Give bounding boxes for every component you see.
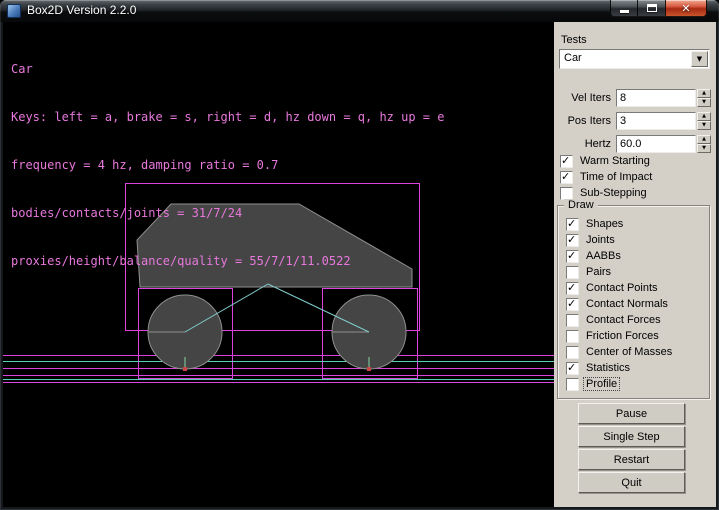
checkbox-icon[interactable]: ✓: [560, 155, 573, 168]
minimize-button[interactable]: [610, 0, 638, 17]
checkbox-icon[interactable]: ✓: [560, 171, 573, 184]
checkbox-center-of-masses[interactable]: ✓ Center of Masses: [566, 345, 674, 359]
minimize-icon: [620, 10, 629, 13]
checkbox-time-of-impact[interactable]: ✓ Time of Impact: [560, 170, 654, 184]
pos-iters-row: Pos Iters 3 ▲ ▼: [558, 111, 711, 130]
control-panel: Tests Car ▼ Vel Iters 8 ▲ ▼ Pos Iters 3 …: [554, 22, 716, 507]
hertz-input[interactable]: 60.0: [616, 135, 696, 153]
test-select-value: Car: [564, 52, 582, 64]
vel-iters-up-button[interactable]: ▲: [697, 89, 711, 98]
check-icon: ✓: [567, 217, 576, 230]
tests-label: Tests: [561, 34, 587, 46]
overlay-keys-help: Keys: left = a, brake = s, right = d, hz…: [11, 109, 444, 125]
checkbox-icon[interactable]: ✓: [566, 234, 579, 247]
checkbox-joints[interactable]: ✓ Joints: [566, 233, 617, 247]
close-button[interactable]: ✕: [665, 0, 707, 17]
maximize-icon: [647, 4, 657, 12]
checkbox-warm-starting[interactable]: ✓ Warm Starting: [560, 154, 652, 168]
checkbox-pairs[interactable]: ✓ Pairs: [566, 265, 613, 279]
pos-iters-input[interactable]: 3: [616, 112, 696, 130]
checkbox-icon[interactable]: ✓: [566, 314, 579, 327]
checkbox-statistics[interactable]: ✓ Statistics: [566, 361, 632, 375]
title-bar[interactable]: Box2D Version 2.2.0 ✕: [0, 0, 719, 22]
checkbox-contact-normals[interactable]: ✓ Contact Normals: [566, 297, 670, 311]
overlay-body-counts: bodies/contacts/joints = 31/7/24: [11, 205, 444, 221]
vel-iters-row: Vel Iters 8 ▲ ▼: [558, 88, 711, 107]
test-select-dropdown-button[interactable]: ▼: [691, 51, 708, 67]
vel-iters-label: Vel Iters: [558, 92, 616, 104]
restart-button[interactable]: Restart: [578, 449, 685, 470]
overlay-proxy-stats: proxies/height/balance/quality = 55/7/1/…: [11, 253, 444, 269]
pause-button[interactable]: Pause: [578, 403, 685, 424]
vel-iters-input[interactable]: 8: [616, 89, 696, 107]
simulation-canvas[interactable]: Car Keys: left = a, brake = s, right = d…: [3, 22, 554, 507]
pos-iters-stepper: ▲ ▼: [697, 112, 711, 130]
app-window: Box2D Version 2.2.0 ✕: [0, 0, 719, 510]
checkbox-sub-stepping[interactable]: ✓ Sub-Stepping: [560, 186, 649, 200]
quit-button[interactable]: Quit: [578, 472, 685, 493]
checkbox-icon[interactable]: ✓: [566, 298, 579, 311]
hertz-stepper: ▲ ▼: [697, 135, 711, 153]
draw-group-title: Draw: [564, 199, 598, 211]
checkbox-icon[interactable]: ✓: [566, 250, 579, 263]
close-icon: ✕: [681, 3, 690, 14]
check-icon: ✓: [567, 297, 576, 310]
check-icon: ✓: [561, 170, 570, 183]
hertz-row: Hertz 60.0 ▲ ▼: [558, 134, 711, 153]
app-icon: [7, 4, 21, 18]
checkbox-profile[interactable]: ✓ Profile: [566, 377, 619, 391]
check-icon: ✓: [567, 233, 576, 246]
checkbox-icon[interactable]: ✓: [566, 266, 579, 279]
overlay-frequency: frequency = 4 hz, damping ratio = 0.7: [11, 157, 444, 173]
checkbox-icon[interactable]: ✓: [560, 187, 573, 200]
checkbox-shapes[interactable]: ✓ Shapes: [566, 217, 625, 231]
hertz-label: Hertz: [558, 138, 616, 150]
stats-overlay: Car Keys: left = a, brake = s, right = d…: [11, 29, 444, 301]
vel-iters-down-button[interactable]: ▼: [697, 98, 711, 107]
checkbox-aabbs[interactable]: ✓ AABBs: [566, 249, 623, 263]
pos-iters-label: Pos Iters: [558, 115, 616, 127]
check-icon: ✓: [567, 361, 576, 374]
maximize-button[interactable]: [638, 0, 665, 17]
pos-iters-down-button[interactable]: ▼: [697, 121, 711, 130]
checkbox-icon[interactable]: ✓: [566, 330, 579, 343]
hertz-down-button[interactable]: ▼: [697, 144, 711, 153]
checkbox-icon[interactable]: ✓: [566, 362, 579, 375]
check-icon: ✓: [561, 154, 570, 167]
window-title: Box2D Version 2.2.0: [27, 0, 136, 21]
check-icon: ✓: [567, 281, 576, 294]
vel-iters-stepper: ▲ ▼: [697, 89, 711, 107]
single-step-button[interactable]: Single Step: [578, 426, 685, 447]
chevron-down-icon: ▼: [697, 56, 702, 63]
hertz-up-button[interactable]: ▲: [697, 135, 711, 144]
ground-edges: [3, 362, 554, 380]
checkbox-icon[interactable]: ✓: [566, 218, 579, 231]
overlay-test-name: Car: [11, 61, 444, 77]
window-controls: ✕: [610, 0, 707, 17]
checkbox-contact-forces[interactable]: ✓ Contact Forces: [566, 313, 663, 327]
checkbox-icon[interactable]: ✓: [566, 282, 579, 295]
contact-normals: [185, 357, 369, 369]
checkbox-icon[interactable]: ✓: [566, 346, 579, 359]
checkbox-contact-points[interactable]: ✓ Contact Points: [566, 281, 660, 295]
test-select[interactable]: Car ▼: [559, 49, 710, 69]
check-icon: ✓: [567, 249, 576, 262]
draw-group: Draw ✓ Shapes ✓ Joints ✓ AABBs ✓ Pairs ✓…: [557, 205, 710, 399]
checkbox-icon[interactable]: ✓: [566, 378, 579, 391]
pos-iters-up-button[interactable]: ▲: [697, 112, 711, 121]
checkbox-friction-forces[interactable]: ✓ Friction Forces: [566, 329, 661, 343]
